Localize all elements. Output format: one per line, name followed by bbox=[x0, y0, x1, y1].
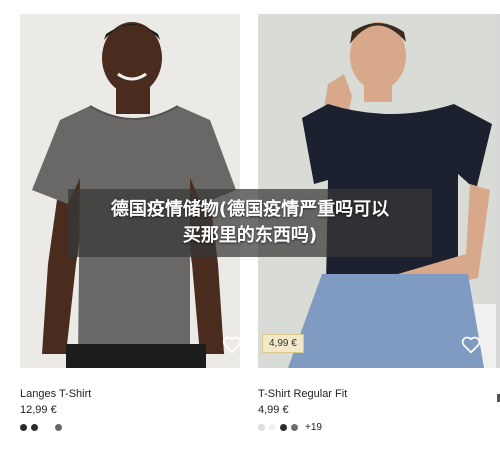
product-price: 12,99 € bbox=[20, 404, 57, 416]
more-colors-count[interactable]: +19 bbox=[305, 422, 322, 433]
color-swatch[interactable] bbox=[55, 423, 62, 431]
favorite-button[interactable] bbox=[221, 336, 243, 358]
color-swatches bbox=[20, 422, 62, 432]
color-swatch[interactable] bbox=[258, 423, 265, 431]
product-price: 4,99 € bbox=[258, 404, 289, 416]
overlay-caption-line: 买那里的东西吗) bbox=[182, 225, 318, 246]
color-swatch[interactable] bbox=[20, 423, 27, 431]
product-name[interactable]: T-Shirt Regular Fit bbox=[258, 388, 347, 400]
overlay-caption-banner: 德国疫情储物(德国疫情严重吗可以 买那里的东西吗) bbox=[68, 189, 432, 257]
color-swatch[interactable] bbox=[269, 423, 276, 431]
color-swatch[interactable] bbox=[31, 423, 38, 431]
color-swatch[interactable] bbox=[280, 423, 287, 431]
product-name[interactable]: Langes T-Shirt bbox=[20, 388, 91, 400]
heart-outline-icon bbox=[461, 336, 481, 359]
color-swatch[interactable] bbox=[291, 423, 298, 431]
color-swatches: +19 bbox=[258, 422, 322, 433]
heart-outline-icon bbox=[222, 336, 242, 359]
next-product-edge bbox=[496, 14, 500, 368]
sale-price-tag: 4,99 € bbox=[262, 334, 304, 353]
favorite-button[interactable] bbox=[460, 336, 482, 358]
overlay-caption-line: 德国疫情储物(德国疫情严重吗可以 bbox=[110, 199, 390, 220]
